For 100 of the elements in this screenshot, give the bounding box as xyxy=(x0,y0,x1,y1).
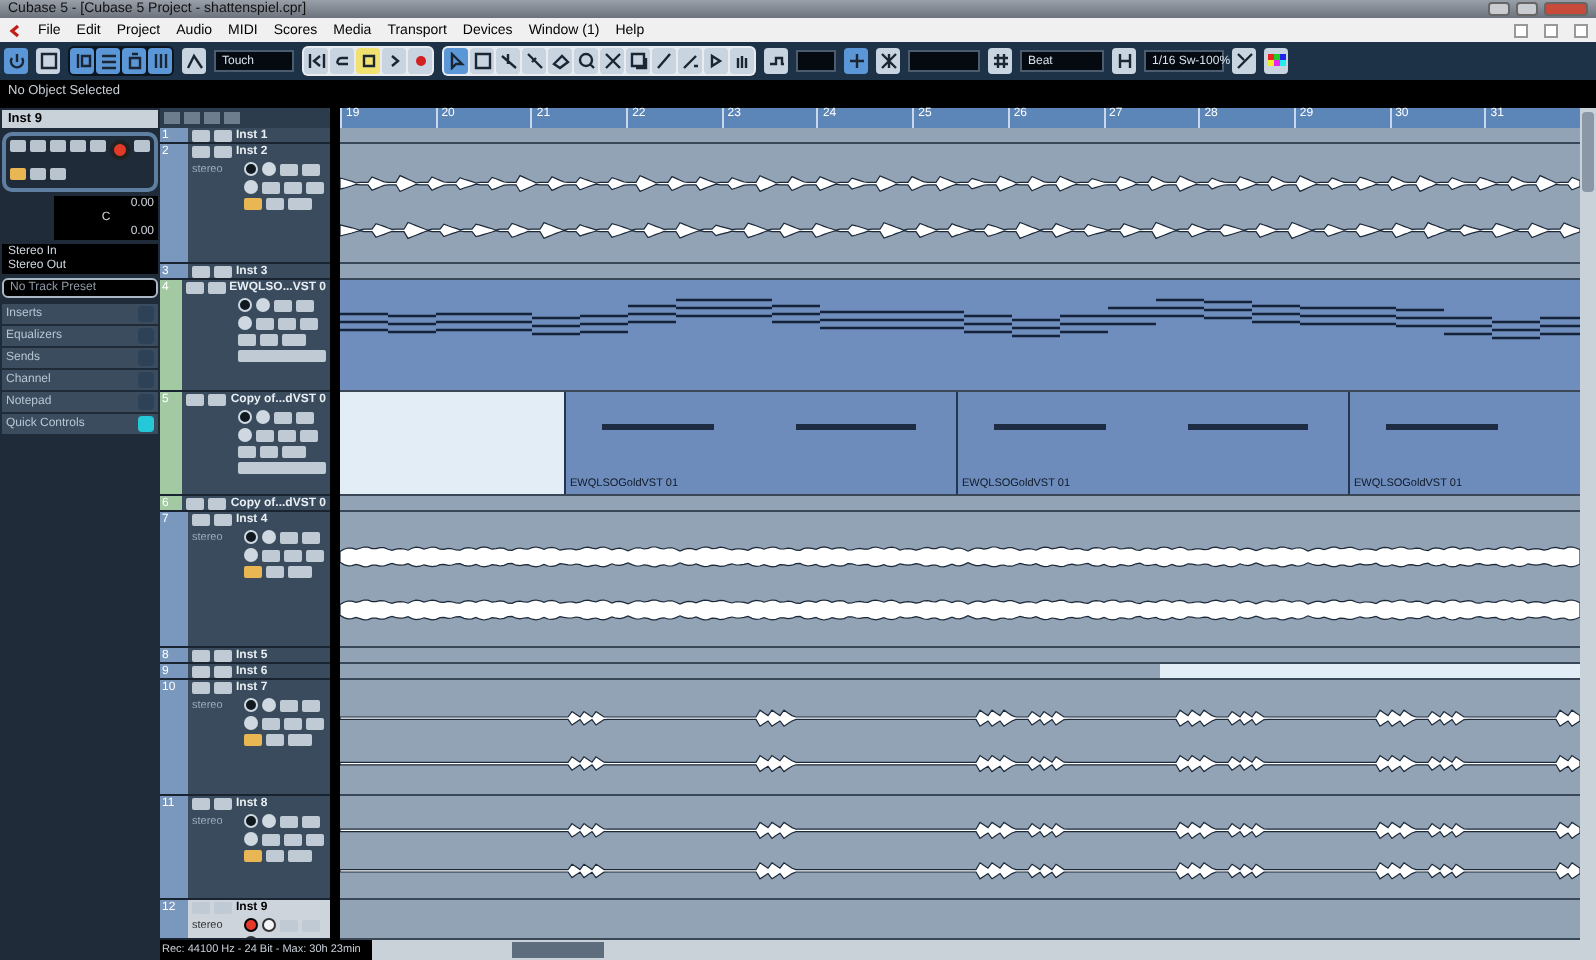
pool-icon[interactable] xyxy=(122,48,146,74)
read-button[interactable] xyxy=(280,531,298,543)
read-button[interactable] xyxy=(280,815,298,827)
mixer-icon[interactable] xyxy=(148,48,172,74)
vertical-scrollbar[interactable] xyxy=(1580,108,1596,940)
constrain-icon[interactable] xyxy=(36,48,60,74)
lock-button[interactable] xyxy=(244,180,258,194)
section-toggle-icon[interactable] xyxy=(138,328,154,344)
quantize-icon[interactable] xyxy=(1112,48,1136,74)
monitor-button[interactable] xyxy=(262,918,276,932)
mute-icon[interactable] xyxy=(600,48,624,74)
lock-button[interactable] xyxy=(237,316,252,330)
lock-button[interactable] xyxy=(244,548,258,562)
section-toggle-icon[interactable] xyxy=(138,416,154,432)
freeze-button[interactable] xyxy=(284,181,302,193)
monitor-button[interactable] xyxy=(262,162,276,176)
edit-button[interactable] xyxy=(306,717,324,729)
lane-button[interactable] xyxy=(262,549,280,561)
iterative-quantize-icon[interactable] xyxy=(1232,48,1256,74)
lane-button[interactable] xyxy=(262,717,280,729)
automation-icon[interactable] xyxy=(182,48,206,74)
track-lane[interactable] xyxy=(340,280,1580,392)
minimize-button[interactable] xyxy=(1488,2,1510,16)
cycle-icon[interactable] xyxy=(330,48,354,74)
draw-icon[interactable] xyxy=(652,48,676,74)
track-lane[interactable] xyxy=(340,264,1580,280)
eraser-icon[interactable] xyxy=(548,48,572,74)
lane-button[interactable] xyxy=(255,317,274,329)
lane-button[interactable] xyxy=(262,181,280,193)
lane-button[interactable] xyxy=(256,429,275,441)
write-button[interactable] xyxy=(302,815,320,827)
line-icon[interactable] xyxy=(678,48,702,74)
split-icon[interactable] xyxy=(496,48,520,74)
section-toggle-icon[interactable] xyxy=(138,372,154,388)
monitor-button[interactable] xyxy=(255,298,270,312)
section-toggle-icon[interactable] xyxy=(138,350,154,366)
edit-button[interactable] xyxy=(306,181,324,193)
section-toggle-icon[interactable] xyxy=(138,306,154,322)
maximize-button[interactable] xyxy=(1516,2,1538,16)
record-enable-button[interactable] xyxy=(244,918,258,932)
edit-button[interactable] xyxy=(300,429,319,441)
folder-button[interactable] xyxy=(259,334,278,346)
auto-scroll-icon[interactable] xyxy=(764,48,788,74)
close-button[interactable] xyxy=(1574,23,1588,37)
write-button[interactable] xyxy=(302,699,320,711)
edit-button[interactable] xyxy=(299,317,318,329)
freeze-button[interactable] xyxy=(284,833,302,845)
monitor-button[interactable] xyxy=(262,530,276,544)
monitor-button[interactable] xyxy=(256,410,271,424)
edit-button[interactable] xyxy=(306,549,324,561)
snap-icon[interactable] xyxy=(844,48,868,74)
write-button[interactable] xyxy=(295,299,314,311)
timebase-button[interactable] xyxy=(237,334,256,346)
browser-icon[interactable] xyxy=(96,48,120,74)
range-select-icon[interactable] xyxy=(470,48,494,74)
monitor-button[interactable] xyxy=(262,814,276,828)
restore-button[interactable] xyxy=(1544,23,1558,37)
write-button[interactable] xyxy=(302,163,320,175)
lock-button[interactable] xyxy=(238,428,253,442)
lock-button[interactable] xyxy=(244,716,258,730)
freeze-button[interactable] xyxy=(278,429,297,441)
track-lane[interactable] xyxy=(340,648,1580,664)
read-button[interactable] xyxy=(280,163,298,175)
program-field[interactable] xyxy=(237,350,326,362)
time-warp-icon[interactable] xyxy=(626,48,650,74)
lane-button[interactable] xyxy=(262,833,280,845)
play-icon[interactable] xyxy=(382,48,406,74)
record-icon[interactable] xyxy=(408,48,432,74)
write-button[interactable] xyxy=(302,531,320,543)
freeze-button[interactable] xyxy=(284,549,302,561)
hand-icon[interactable] xyxy=(730,48,754,74)
solo-button[interactable] xyxy=(208,394,227,406)
app-logo-icon[interactable] xyxy=(8,23,22,37)
color-palette-icon[interactable] xyxy=(1264,48,1288,74)
track-lane[interactable] xyxy=(340,496,1580,512)
snap-to-zero-icon[interactable] xyxy=(876,48,900,74)
minimize-button[interactable] xyxy=(1514,23,1528,37)
freeze-button[interactable] xyxy=(284,717,302,729)
freeze-button[interactable] xyxy=(277,317,296,329)
horizontal-scrollbar[interactable] xyxy=(372,940,1596,960)
left-zone-icon[interactable] xyxy=(70,48,94,74)
read-button[interactable] xyxy=(273,299,292,311)
track-lane[interactable] xyxy=(340,128,1580,144)
lock-button[interactable] xyxy=(244,832,258,846)
mute-button[interactable] xyxy=(186,394,205,406)
go-to-marker-icon[interactable] xyxy=(304,48,328,74)
zoom-icon[interactable] xyxy=(574,48,598,74)
monitor-button[interactable] xyxy=(262,698,276,712)
write-button[interactable] xyxy=(296,411,315,423)
track-lane[interactable] xyxy=(340,664,1580,680)
section-toggle-icon[interactable] xyxy=(138,394,154,410)
glue-icon[interactable] xyxy=(522,48,546,74)
activate-project-icon[interactable] xyxy=(4,48,28,74)
edit-button[interactable] xyxy=(306,833,324,845)
insert-button[interactable] xyxy=(282,446,307,458)
pointer-icon[interactable] xyxy=(444,48,468,74)
read-button[interactable] xyxy=(280,699,298,711)
folder-button[interactable] xyxy=(260,446,279,458)
play-tool-icon[interactable] xyxy=(704,48,728,74)
read-button[interactable] xyxy=(274,411,293,423)
